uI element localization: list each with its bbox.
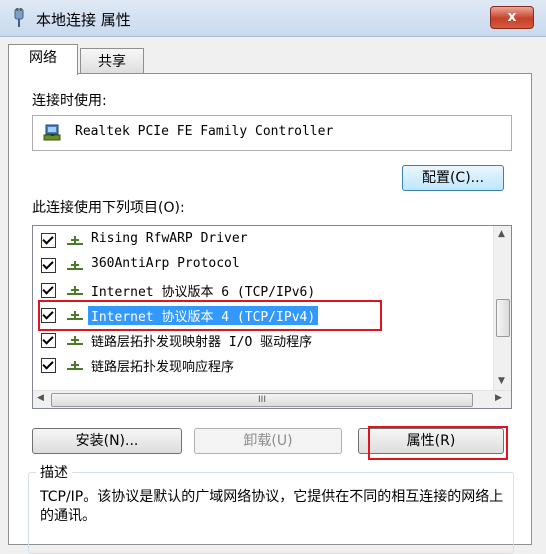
scroll-down-icon[interactable]: ▼	[498, 376, 505, 386]
protocol-icon	[67, 336, 83, 345]
horizontal-scrollbar[interactable]: ◀ III ▶	[33, 390, 511, 408]
highlight-box-properties	[368, 426, 508, 460]
item-checkbox[interactable]	[41, 333, 56, 348]
item-checkbox[interactable]	[41, 358, 56, 373]
item-checkbox[interactable]	[41, 233, 56, 248]
network-adapter-icon	[43, 124, 61, 141]
adapter-name: Realtek PCIe FE Family Controller	[75, 124, 334, 139]
tab-network[interactable]: 网络	[8, 44, 78, 75]
tab-sharing[interactable]: 共享	[80, 48, 144, 75]
connect-using-label: 连接时使用:	[32, 93, 107, 109]
highlight-box-ipv4	[38, 300, 382, 331]
vertical-scroll-thumb[interactable]	[496, 299, 510, 337]
window-title: 本地连接 属性	[36, 11, 131, 29]
protocol-icon	[67, 236, 83, 245]
item-checkbox[interactable]	[41, 283, 56, 298]
network-plug-icon	[14, 8, 24, 27]
item-label: Internet 协议版本 6 (TCP/IPv6)	[91, 285, 316, 300]
scroll-up-icon[interactable]: ▲	[498, 229, 505, 239]
item-label: 链路层拓扑发现响应程序	[91, 360, 235, 375]
list-item[interactable]: Internet 协议版本 6 (TCP/IPv6)	[33, 278, 483, 302]
description-legend: 描述	[36, 462, 72, 482]
configure-button[interactable]: 配置(C)...	[402, 165, 504, 191]
list-item[interactable]: 链路层拓扑发现映射器 I/O 驱动程序	[33, 328, 483, 352]
title-bar: 本地连接 属性 x	[0, 0, 546, 37]
items-label: 此连接使用下列项目(O):	[32, 200, 185, 216]
item-label: 链路层拓扑发现映射器 I/O 驱动程序	[91, 335, 313, 350]
list-item[interactable]: Rising RfwARP Driver	[33, 228, 483, 252]
item-label: 360AntiArp Protocol	[91, 256, 240, 271]
protocol-icon	[67, 361, 83, 370]
scroll-right-icon[interactable]: ▶	[495, 393, 502, 403]
vertical-scrollbar[interactable]: ▲ ▼	[493, 226, 511, 391]
scroll-left-icon[interactable]: ◀	[37, 393, 44, 403]
item-checkbox[interactable]	[41, 258, 56, 273]
install-button[interactable]: 安装(N)...	[32, 428, 182, 454]
protocol-icon	[67, 286, 83, 295]
close-button[interactable]: x	[490, 6, 534, 29]
list-item[interactable]: 360AntiArp Protocol	[33, 253, 483, 277]
adapter-field: Realtek PCIe FE Family Controller	[32, 115, 512, 151]
item-label: Rising RfwARP Driver	[91, 231, 248, 246]
protocol-icon	[67, 261, 83, 270]
horizontal-scroll-thumb[interactable]: III	[51, 393, 473, 407]
uninstall-button: 卸载(U)	[194, 428, 342, 454]
list-item[interactable]: 链路层拓扑发现响应程序	[33, 353, 483, 377]
description-text: TCP/IP。该协议是默认的广域网络协议，它提供在不同的相互连接的网络上的通讯。	[40, 489, 504, 524]
